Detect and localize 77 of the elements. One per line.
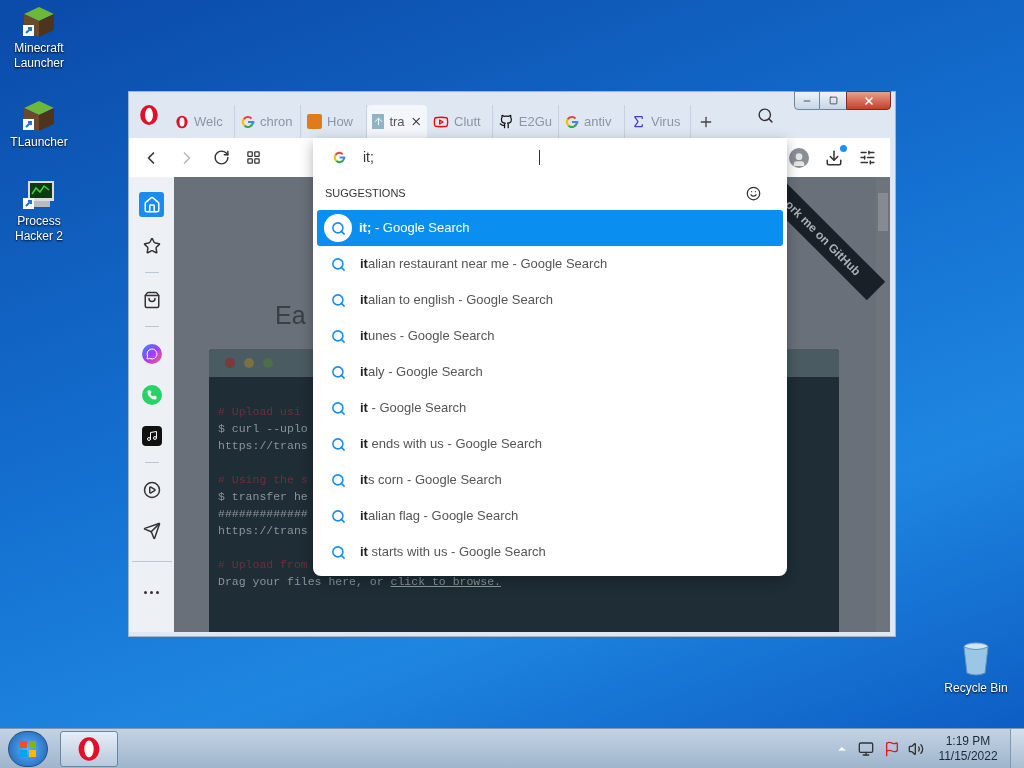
- suggestion-item[interactable]: it starts with us - Google Search: [317, 534, 783, 570]
- search-icon: [331, 328, 346, 344]
- desktop-icon-label[interactable]: Minecraft Launcher: [2, 41, 76, 71]
- code-line: Drag your files here, or: [218, 575, 384, 588]
- maximize-button[interactable]: [820, 91, 846, 110]
- grid-icon[interactable]: [246, 150, 261, 165]
- monitor-icon[interactable]: [22, 178, 56, 212]
- suggestion-item[interactable]: itunes - Google Search: [317, 318, 783, 354]
- whatsapp-icon: [141, 384, 162, 405]
- send-icon: [142, 521, 161, 540]
- desktop-icon-label[interactable]: Recycle Bin: [944, 679, 1008, 697]
- google-icon: [565, 114, 579, 129]
- home-icon: [142, 195, 161, 214]
- search-icon: [331, 436, 346, 452]
- suggestions-heading: SUGGESTIONS: [325, 185, 406, 201]
- favicon-icon: [307, 114, 322, 129]
- search-icon: [331, 508, 346, 524]
- profile-icon[interactable]: [789, 147, 809, 168]
- emoji-icon[interactable]: [746, 185, 761, 201]
- opera-logo-icon: [138, 104, 160, 126]
- search-icon: [331, 256, 346, 272]
- search-icon: [331, 292, 346, 308]
- suggestion-item[interactable]: it ends with us - Google Search: [317, 426, 783, 462]
- bag-icon: [142, 290, 161, 309]
- upload-icon: [372, 114, 385, 129]
- close-icon: [862, 94, 875, 107]
- search-icon: [331, 544, 346, 560]
- taskbar-button[interactable]: [60, 730, 118, 767]
- suggestion-item[interactable]: it - Google Search: [317, 390, 783, 426]
- suggestion-item[interactable]: italian flag - Google Search: [317, 498, 783, 534]
- desktop-icon-label[interactable]: Process Hacker 2: [2, 214, 76, 244]
- windows-logo-icon: [19, 739, 37, 758]
- more-icon: [144, 591, 159, 594]
- maximize-icon: [828, 96, 838, 105]
- code-line: https://trans: [218, 523, 308, 539]
- google-icon: [241, 114, 255, 129]
- address-field[interactable]: it;: [363, 146, 663, 168]
- clock[interactable]: 1:19 PM 11/15/2022: [934, 733, 1002, 764]
- google-icon: [333, 150, 346, 164]
- suggestion-item[interactable]: italy - Google Search: [317, 354, 783, 390]
- code-line: $ curl --uplo: [218, 421, 308, 437]
- code-line: https://trans: [218, 438, 308, 454]
- desktop-icon-label[interactable]: TLauncher: [2, 135, 76, 150]
- sidebar-button[interactable]: [139, 423, 164, 448]
- play-icon: [142, 480, 161, 499]
- code-line: $ transfer he: [218, 489, 308, 505]
- minimize-button[interactable]: [794, 91, 820, 110]
- code-line: #############: [218, 506, 308, 522]
- sigma-icon: [631, 114, 646, 129]
- reload-icon[interactable]: [213, 149, 230, 166]
- volume-icon[interactable]: [908, 740, 924, 757]
- text-cursor-icon: [539, 150, 540, 165]
- opera-logo-icon: [76, 735, 102, 762]
- grass-block-icon[interactable]: [22, 5, 56, 39]
- suggestion-item[interactable]: its corn - Google Search: [317, 462, 783, 498]
- browse-link[interactable]: click to browse.: [390, 575, 501, 588]
- browser-tab[interactable]: tra: [367, 105, 427, 138]
- grass-block-icon[interactable]: [22, 99, 56, 133]
- flag-icon[interactable]: [884, 740, 900, 757]
- start-button[interactable]: [8, 730, 48, 767]
- search-icon[interactable]: [757, 107, 774, 124]
- search-icon: [331, 472, 346, 488]
- code-line: # Using the s: [218, 472, 308, 488]
- search-icon: [331, 400, 346, 416]
- code-line: # Upload usi: [218, 404, 301, 420]
- tiktok-icon: [141, 425, 162, 446]
- settings-icon[interactable]: [859, 149, 876, 166]
- search-icon: [324, 214, 352, 242]
- code-line: # Upload from: [218, 557, 308, 573]
- close-button[interactable]: [846, 91, 891, 110]
- network-icon[interactable]: [858, 740, 874, 757]
- recycle-bin-icon[interactable]: [962, 642, 990, 676]
- star-icon: [142, 236, 161, 255]
- messenger-icon: [141, 343, 162, 364]
- search-icon: [331, 364, 346, 380]
- opera-logo-icon: [175, 114, 189, 129]
- github-icon: [499, 114, 514, 129]
